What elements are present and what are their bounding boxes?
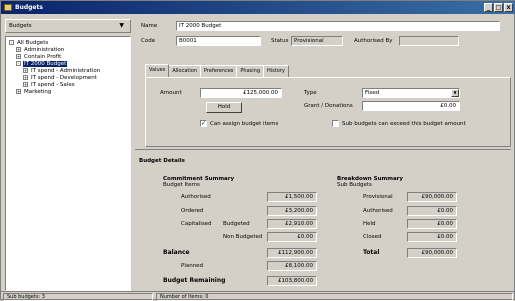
assign-items-label: Can assign budget items xyxy=(210,120,279,127)
sub-exceed-label: Sub budgets can exceed this budget amoun… xyxy=(342,120,466,127)
tree-item-label: IT spend - Sales xyxy=(31,82,75,88)
code-label: Code xyxy=(141,38,156,44)
tree-item-label: IT 2000 Budget xyxy=(23,61,68,67)
amount-field[interactable]: £125,000.00 xyxy=(200,88,282,98)
expand-icon[interactable]: + xyxy=(23,82,28,87)
collapse-icon[interactable]: - xyxy=(9,40,14,45)
window-title: Budgets xyxy=(15,4,43,11)
values-tab-panel: Amount £125,000.00 Type Fixed ▼ Grant / … xyxy=(145,77,511,147)
held-label: Held xyxy=(363,221,376,227)
type-select-value: Fixed xyxy=(365,90,380,96)
name-label: Name xyxy=(141,23,158,29)
type-select[interactable]: Fixed ▼ xyxy=(362,88,460,98)
expand-icon[interactable]: + xyxy=(16,54,21,59)
ordered-label: Ordered xyxy=(181,208,204,214)
status-label: Status xyxy=(271,38,289,44)
expand-icon[interactable]: + xyxy=(16,47,21,52)
tab-history[interactable]: History xyxy=(263,65,289,77)
tree-item-label: Administration xyxy=(24,47,65,53)
title-bar[interactable]: Budgets _ □ x xyxy=(1,1,515,14)
tab-values[interactable]: Values xyxy=(145,64,170,77)
budget-tree-pane: Budgets ▼ - All Budgets + Administration + Co… xyxy=(5,19,131,291)
maximize-button[interactable]: □ xyxy=(494,3,503,12)
expand-icon[interactable]: + xyxy=(16,89,21,94)
non-budgeted-value: £0.00 xyxy=(267,232,317,242)
balance-value: £112,900.00 xyxy=(267,248,317,258)
tree-item-label: IT spend - Development xyxy=(31,75,97,81)
expand-icon[interactable]: + xyxy=(23,68,28,73)
capitalised-label: Capitalised xyxy=(181,221,212,227)
budget-tree[interactable]: - All Budgets + Administration + Contain Prof… xyxy=(5,36,131,291)
budget-details: Budget Details Commitment Summary Budget… xyxy=(135,149,511,291)
budgeted-value: £2,910.00 xyxy=(267,219,317,229)
provisional-label: Provisional xyxy=(363,194,393,200)
amount-label: Amount xyxy=(160,90,182,96)
tab-preferences[interactable]: Preferences xyxy=(200,65,238,77)
tree-item[interactable]: + IT spend - Development xyxy=(6,75,130,82)
non-budgeted-label: Non Budgeted xyxy=(223,234,263,240)
budgets-window: Budgets _ □ x Budgets ▼ - All Budgets + Adm… xyxy=(0,0,515,301)
checkbox-unchecked-icon xyxy=(332,120,339,127)
tree-item[interactable]: - IT 2000 Budget xyxy=(6,61,130,68)
budget-view-dropdown[interactable]: Budgets ▼ xyxy=(5,19,131,33)
total-value: £90,000.00 xyxy=(407,248,457,258)
status-field: Provisional xyxy=(291,36,343,46)
balance-label: Balance xyxy=(163,249,190,256)
planned-label: Planned xyxy=(181,263,204,269)
tree-item[interactable]: + IT spend - Sales xyxy=(6,82,130,89)
budget-form: Name IT 2000 Budget Code B0001 Status Pr… xyxy=(135,19,511,291)
authorised-by-field xyxy=(399,36,459,46)
closed-label: Closed xyxy=(363,234,382,240)
type-label: Type xyxy=(304,90,317,96)
sub-authorised-value: £0.00 xyxy=(407,206,457,216)
collapse-icon[interactable]: - xyxy=(16,61,21,66)
tree-item-label: Contain Profit xyxy=(24,54,62,60)
held-value: £0.00 xyxy=(407,219,457,229)
assign-items-checkbox[interactable]: ✓ Can assign budget items xyxy=(200,120,278,127)
app-icon xyxy=(4,4,12,11)
name-field[interactable]: IT 2000 Budget xyxy=(176,21,500,31)
tree-item[interactable]: + Marketing xyxy=(6,89,130,96)
tab-phasing[interactable]: Phasing xyxy=(236,65,265,77)
sub-budgets-subtitle: Sub Budgets xyxy=(337,182,372,188)
tree-item-label: IT spend - Administration xyxy=(31,68,101,74)
budgeted-label: Budgeted xyxy=(223,221,250,227)
total-label: Total xyxy=(363,249,380,256)
budget-remaining-label: Budget Remaining xyxy=(163,277,226,284)
grant-field[interactable]: £0.00 xyxy=(362,101,460,111)
chevron-down-icon[interactable]: ▼ xyxy=(451,89,459,97)
planned-value: £8,100.00 xyxy=(267,261,317,271)
provisional-value: £90,000.00 xyxy=(407,192,457,202)
dropdown-label: Budgets xyxy=(9,23,32,29)
tab-allocation[interactable]: Allocation xyxy=(168,65,201,77)
authorised-by-label: Authorised By xyxy=(354,38,393,44)
tab-strip: Values Allocation Preferences Phasing Hi… xyxy=(145,64,289,77)
checkbox-checked-icon: ✓ xyxy=(200,120,207,127)
sub-authorised-label: Authorised xyxy=(363,208,393,214)
budget-details-heading: Budget Details xyxy=(139,158,185,164)
expand-icon[interactable]: + xyxy=(23,75,28,80)
sub-exceed-checkbox[interactable]: Sub budgets can exceed this budget amoun… xyxy=(332,120,466,127)
budget-items-subtitle: Budget Items xyxy=(163,182,200,188)
closed-value: £0.00 xyxy=(407,232,457,242)
tree-item[interactable]: + Contain Profit xyxy=(6,54,130,61)
authorised-value: £1,500.00 xyxy=(267,192,317,202)
tree-item[interactable]: + Administration xyxy=(6,47,130,54)
ordered-value: £3,200.00 xyxy=(267,206,317,216)
budget-remaining-value: £103,800.00 xyxy=(267,276,317,286)
code-field[interactable]: B0001 xyxy=(176,36,261,46)
grant-label: Grant / Donations xyxy=(304,103,353,109)
minimize-button[interactable]: _ xyxy=(484,3,493,12)
tree-item-label: Marketing xyxy=(24,89,52,95)
tree-item[interactable]: - All Budgets xyxy=(6,40,130,47)
authorised-label: Authorised xyxy=(181,194,211,200)
chevron-down-icon: ▼ xyxy=(119,22,124,29)
tree-item-label: All Budgets xyxy=(17,40,49,46)
hold-button[interactable]: Hold xyxy=(206,102,242,113)
close-button[interactable]: x xyxy=(504,3,513,12)
tree-item[interactable]: + IT spend - Administration xyxy=(6,68,130,75)
